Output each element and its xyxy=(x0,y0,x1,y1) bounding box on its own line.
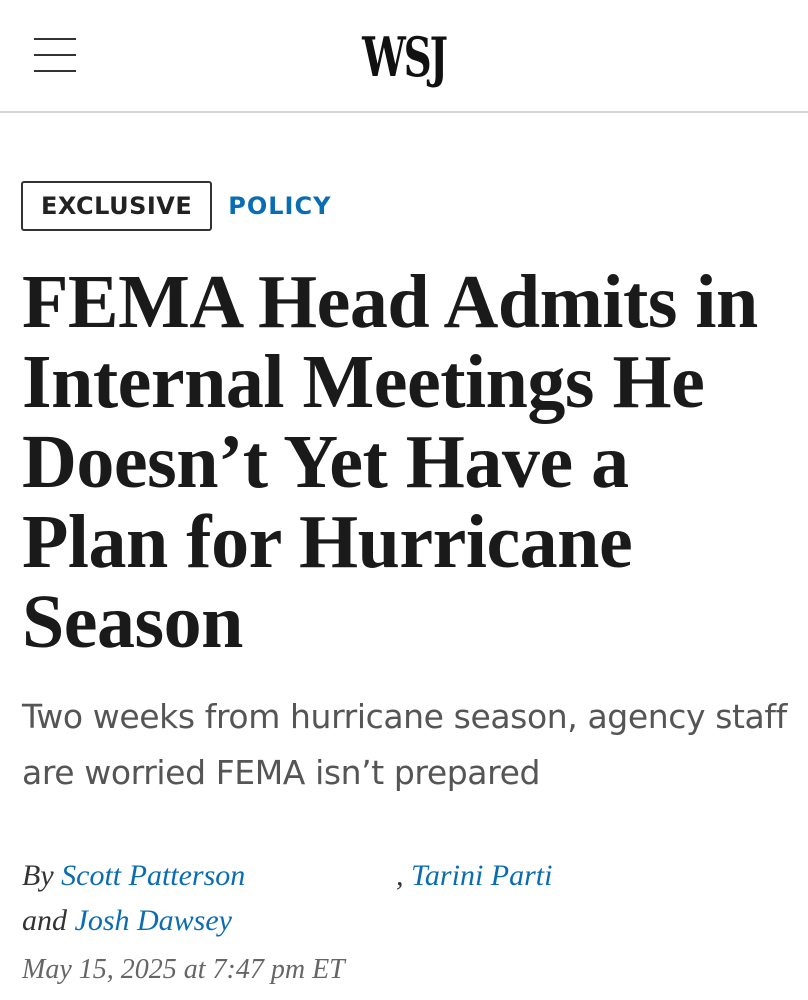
byline-separator: , xyxy=(396,859,404,892)
wsj-logo[interactable]: WSJ xyxy=(113,24,695,90)
hamburger-menu-icon[interactable] xyxy=(32,36,78,74)
publish-timestamp: May 15, 2025 at 7:47 pm ET xyxy=(22,954,345,985)
author-link-scott-patterson[interactable]: Scott Patterson xyxy=(61,859,245,892)
byline-second-author: , Tarini Parti xyxy=(396,858,552,894)
article-tags: EXCLUSIVE POLICY xyxy=(21,181,331,231)
menu-bar-line xyxy=(34,70,76,72)
article-headline: FEMA Head Admits in Internal Meetings He… xyxy=(22,260,758,664)
menu-bar-line xyxy=(34,38,76,40)
exclusive-badge: EXCLUSIVE xyxy=(21,181,213,231)
byline-line-2: and Josh Dawsey xyxy=(22,903,232,939)
author-link-josh-dawsey[interactable]: Josh Dawsey xyxy=(75,904,232,937)
top-navigation-bar: WSJ xyxy=(0,0,808,113)
author-link-tarini-parti[interactable]: Tarini Parti xyxy=(411,859,552,892)
byline-by-prefix: By xyxy=(22,859,54,892)
byline-line-1: By Scott Patterson xyxy=(22,858,245,894)
byline-and-prefix: and xyxy=(22,904,67,937)
section-link-policy[interactable]: POLICY xyxy=(228,192,331,220)
menu-bar-line xyxy=(34,54,76,56)
article-subheadline: Two weeks from hurricane season, agency … xyxy=(22,697,787,792)
